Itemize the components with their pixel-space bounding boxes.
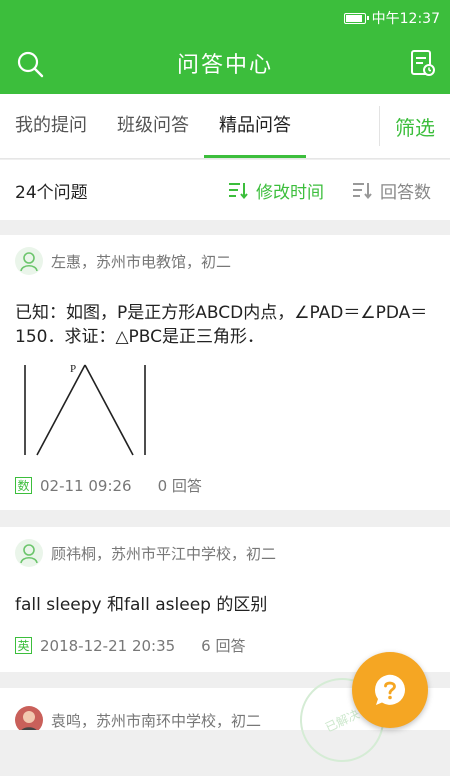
- avatar: [15, 539, 43, 567]
- avatar: [15, 706, 43, 730]
- answer-count: 0 回答: [157, 477, 202, 495]
- status-bar: 中午12:37: [0, 0, 450, 32]
- question-card[interactable]: 左惠，苏州市电教馆，初二 已知：如图，P是正方形ABCD内点，∠PAD＝∠PDA…: [0, 235, 450, 510]
- question-text: fall sleepy 和fall asleep 的区别: [15, 595, 268, 615]
- question-date: 2018-12-21 20:35: [40, 636, 176, 655]
- question-count: 24个问题: [15, 182, 88, 203]
- page-title: 问答中心: [176, 53, 273, 78]
- author-info: 袁鸣，苏州市南环中学校，初二: [51, 711, 262, 730]
- subject-badge: 数: [15, 477, 32, 494]
- answer-count: 6 回答: [201, 637, 246, 655]
- tab-my-questions[interactable]: 我的提问: [15, 94, 87, 158]
- figure-label-p: P: [70, 363, 76, 375]
- question-text: 已知：如图，P是正方形ABCD内点，∠PAD＝∠PDA＝150．求证：△PBC是…: [15, 303, 428, 347]
- app-bar: 问答中心: [0, 32, 450, 94]
- user-avatar-icon: [20, 544, 38, 564]
- question-date: 02-11 09:26: [40, 476, 132, 495]
- tab-featured-qa[interactable]: 精品问答: [204, 94, 306, 158]
- sort-by-answers-label: 回答数: [380, 182, 431, 203]
- filter-button[interactable]: 筛选: [379, 106, 450, 146]
- author-info: 左惠，苏州市电教馆，初二: [51, 252, 232, 271]
- subject-badge: 英: [15, 637, 32, 654]
- search-icon[interactable]: [16, 50, 44, 78]
- question-figure: P: [24, 363, 146, 456]
- status-time: 中午12:37: [371, 11, 440, 27]
- question-mark-icon: [374, 674, 405, 705]
- sort-icon: [353, 183, 372, 199]
- tab-bar: 我的提问 班级问答 精品问答 筛选: [0, 94, 450, 159]
- battery-icon: [343, 12, 369, 24]
- question-card[interactable]: 顾祎桐，苏州市平江中学校，初二 fall sleepy 和fall asleep…: [0, 527, 450, 672]
- sort-by-time-label: 修改时间: [256, 182, 324, 203]
- sort-bar: 24个问题 修改时间 回答数: [0, 160, 450, 220]
- sort-by-time-button[interactable]: 修改时间: [228, 160, 324, 220]
- avatar: [15, 247, 43, 275]
- my-notes-icon[interactable]: [410, 49, 436, 77]
- author-info: 顾祎桐，苏州市平江中学校，初二: [51, 544, 277, 563]
- user-avatar-photo: [15, 706, 43, 730]
- sort-icon: [229, 183, 248, 199]
- user-avatar-icon: [20, 252, 38, 272]
- sort-by-answers-button[interactable]: 回答数: [352, 160, 431, 220]
- ask-question-button[interactable]: [352, 652, 428, 728]
- tab-class-qa[interactable]: 班级问答: [117, 94, 189, 158]
